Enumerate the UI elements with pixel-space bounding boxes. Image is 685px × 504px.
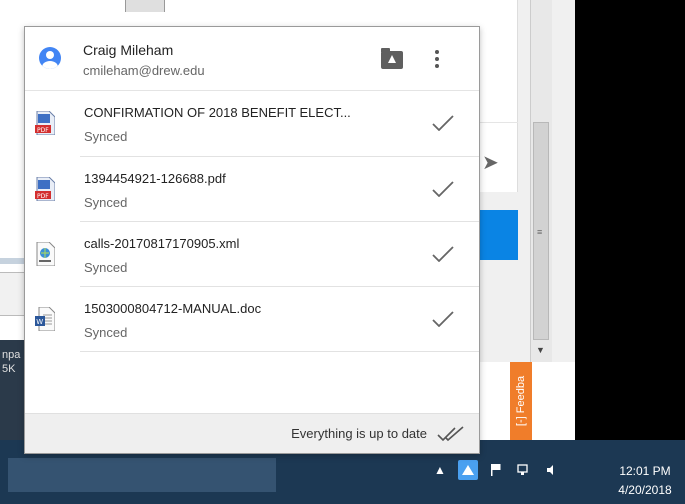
send-arrow-icon: ➤ — [482, 152, 499, 174]
file-status: Synced — [84, 195, 128, 210]
drive-folder-icon[interactable] — [381, 48, 403, 69]
file-row[interactable]: PDF 1394454921-126688.pdf Synced — [35, 157, 479, 222]
account-name: Craig Mileham — [83, 42, 174, 58]
file-row[interactable]: calls-20170817170905.xml Synced — [36, 222, 479, 287]
file-name: 1394454921-126688.pdf — [84, 171, 226, 186]
drive-tray-icon[interactable] — [458, 460, 478, 480]
svg-text:PDF: PDF — [37, 193, 49, 200]
sync-status-text: Everything is up to date — [291, 426, 427, 441]
account-header: Craig Mileham cmileham@drew.edu — [25, 27, 479, 91]
file-name: 1503000804712-MANUAL.doc — [84, 301, 262, 316]
svg-text:W: W — [36, 318, 43, 326]
background-left-dark-panel: npa 5K — [0, 340, 24, 440]
file-row[interactable]: W 1503000804712-MANUAL.doc Synced — [35, 287, 479, 352]
check-icon — [432, 246, 454, 262]
show-hidden-icons-icon[interactable]: ▲ — [430, 460, 450, 480]
system-tray: ▲ — [430, 458, 562, 482]
drive-sync-popup: Craig Mileham cmileham@drew.edu PDF CONF… — [24, 26, 480, 454]
more-vert-icon[interactable] — [429, 47, 445, 71]
scroll-down-arrow-icon[interactable]: ▼ — [536, 345, 545, 355]
xml-file-icon — [36, 242, 55, 266]
file-name: calls-20170817170905.xml — [84, 236, 240, 251]
check-icon — [432, 311, 454, 327]
check-icon — [432, 115, 454, 131]
file-status: Synced — [84, 260, 128, 275]
account-email: cmileham@drew.edu — [83, 63, 205, 78]
flag-icon[interactable] — [486, 460, 506, 480]
taskbar-clock[interactable]: 12:01 PM 4/20/2018 — [610, 462, 680, 500]
sync-status-footer: Everything is up to date — [25, 413, 479, 453]
file-row[interactable]: PDF CONFIRMATION OF 2018 BENEFIT ELECT..… — [35, 91, 479, 157]
background-left-strip — [0, 258, 24, 264]
feedback-label: [-] Feedba — [515, 375, 527, 427]
word-doc-icon: W — [35, 307, 55, 331]
pdf-file-icon: PDF — [35, 177, 55, 201]
network-icon[interactable] — [514, 460, 534, 480]
background-left-snippet: npa 5K — [2, 349, 21, 375]
volume-icon[interactable] — [542, 460, 562, 480]
clock-time: 12:01 PM — [619, 464, 671, 478]
synced-file-list: PDF CONFIRMATION OF 2018 BENEFIT ELECT..… — [25, 91, 479, 352]
background-divider — [480, 122, 518, 123]
file-status: Synced — [84, 129, 128, 144]
file-status: Synced — [84, 325, 128, 340]
background-left-panel — [0, 272, 24, 316]
background-blue-button[interactable] — [480, 210, 518, 260]
file-name: CONFIRMATION OF 2018 BENEFIT ELECT... — [84, 105, 351, 120]
double-check-icon — [437, 426, 464, 442]
account-circle-icon — [39, 47, 61, 69]
pdf-file-icon: PDF — [35, 111, 55, 135]
clock-date: 4/20/2018 — [618, 483, 672, 497]
taskbar-app-button[interactable] — [8, 458, 276, 492]
svg-text:PDF: PDF — [37, 127, 49, 134]
black-window-area — [575, 0, 685, 504]
feedback-tab[interactable]: [-] Feedba — [510, 362, 532, 440]
scroll-grip-icon: ≡ — [537, 227, 543, 237]
check-icon — [432, 181, 454, 197]
background-scroll-strip — [125, 0, 165, 12]
